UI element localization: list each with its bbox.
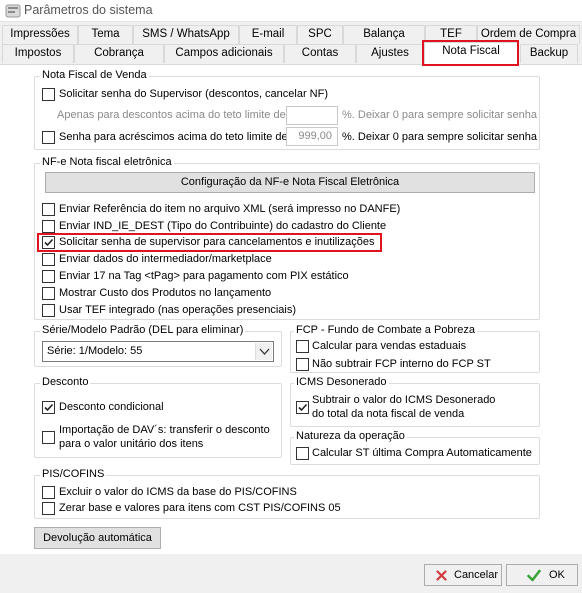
group-title-pis-cofins: PIS/COFINS: [40, 468, 107, 480]
input-teto-descontos[interactable]: [286, 106, 338, 125]
tab-impressoes[interactable]: Impressões: [2, 25, 78, 44]
checkbox-desconto-condicional[interactable]: [42, 401, 55, 414]
checkbox-fcp-option-2[interactable]: [296, 358, 309, 371]
checkbox-excluir-icms[interactable]: [42, 486, 55, 499]
checkbox-nfe-option-5[interactable]: [42, 270, 55, 283]
checkbox-calcular-st[interactable]: [296, 447, 309, 460]
label-calcular-st: Calcular ST última Compra Automaticament…: [312, 447, 532, 459]
config-nfe-button[interactable]: Configuração da NF-e Nota Fiscal Eletrôn…: [45, 172, 535, 193]
tab-balanca[interactable]: Balança: [343, 25, 425, 44]
title-bar: Parâmetros do sistema: [0, 0, 582, 22]
serie-modelo-select[interactable]: Série: 1/Modelo: 55: [42, 341, 274, 362]
label-pct-descontos: %. Deixar 0 para sempre solicitar senha: [342, 109, 538, 121]
tab-email[interactable]: E-mail: [239, 25, 297, 44]
label-nfe-option-6: Mostrar Custo dos Produtos no lançamento: [59, 287, 272, 299]
label-nfe-option-5: Enviar 17 na Tag <tPag> para pagamento c…: [59, 270, 349, 282]
label-importacao-dav-2: para o valor unitário dos itens: [59, 438, 204, 450]
checkbox-importacao-dav[interactable]: [42, 431, 55, 444]
tab-spc[interactable]: SPC: [297, 25, 343, 44]
window-title: Parâmetros do sistema: [24, 3, 153, 17]
cancel-button-label: Cancelar: [454, 569, 499, 581]
group-title-desconto: Desconto: [40, 376, 91, 388]
checkmark-icon: [298, 403, 308, 412]
checkmark-icon: [44, 403, 54, 412]
label-apenas-descontos: Apenas para descontos acima do teto limi…: [57, 109, 289, 121]
label-fcp-option-2: Não subtrair FCP interno do FCP ST: [312, 358, 491, 370]
checkbox-fcp-option-1[interactable]: [296, 340, 309, 353]
group-title-natureza-operacao: Natureza da operação: [294, 430, 407, 442]
tab-cobranca[interactable]: Cobrança: [74, 44, 164, 63]
group-title-nfe: NF-e Nota fiscal eletrônica: [40, 156, 174, 168]
ok-button[interactable]: OK: [506, 564, 578, 586]
checkbox-zerar-base[interactable]: [42, 502, 55, 515]
label-icms-desonerado-2: do total da nota fiscal de venda: [312, 408, 465, 420]
devolucao-automatica-button[interactable]: Devolução automática: [34, 527, 161, 549]
label-pct-acrescimos: %. Deixar 0 para sempre solicitar senha: [342, 131, 538, 143]
checkbox-senha-supervisor[interactable]: [42, 88, 55, 101]
group-title-nota-fiscal-venda: Nota Fiscal de Venda: [40, 69, 149, 81]
label-senha-supervisor: Solicitar senha do Supervisor (descontos…: [59, 88, 329, 100]
tab-backup[interactable]: Backup: [520, 44, 578, 63]
checkbox-nfe-option-7[interactable]: [42, 304, 55, 317]
tab-campos-adicionais[interactable]: Campos adicionais: [164, 44, 284, 63]
label-desconto-condicional: Desconto condicional: [59, 401, 164, 413]
tab-impostos[interactable]: Impostos: [2, 44, 74, 63]
label-nfe-option-4: Enviar dados do intermediador/marketplac…: [59, 253, 272, 265]
input-teto-acrescimos[interactable]: 999,00: [286, 127, 338, 146]
option-highlight: [37, 233, 382, 252]
label-nfe-option-1: Enviar Referência do item no arquivo XML…: [59, 203, 401, 215]
group-title-serie-modelo: Série/Modelo Padrão (DEL para eliminar): [40, 324, 246, 336]
ok-button-label: OK: [549, 569, 565, 581]
tab-highlight: [422, 40, 519, 66]
label-excluir-icms: Excluir o valor do ICMS da base do PIS/C…: [59, 486, 297, 498]
checkbox-nfe-option-4[interactable]: [42, 253, 55, 266]
label-senha-acrescimos: Senha para acréscimos acima do teto limi…: [59, 131, 291, 143]
close-icon: [436, 570, 447, 581]
label-nfe-option-2: Enviar IND_IE_DEST (Tipo do Contribuinte…: [59, 220, 387, 232]
label-importacao-dav-1: Importação de DAV´s: transferir o descon…: [59, 424, 270, 436]
check-icon: [527, 569, 541, 582]
chevron-down-icon[interactable]: [255, 343, 272, 360]
label-zerar-base: Zerar base e valores para itens com CST …: [59, 502, 341, 514]
cancel-button[interactable]: Cancelar: [424, 564, 502, 586]
group-title-icms-desonerado: ICMS Desonerado: [294, 376, 389, 388]
label-icms-desonerado-1: Subtrair o valor do ICMS Desonerado: [312, 394, 496, 406]
checkbox-icms-desonerado[interactable]: [296, 401, 309, 414]
checkbox-senha-acrescimos[interactable]: [42, 131, 55, 144]
tab-contas[interactable]: Contas: [284, 44, 356, 63]
serie-modelo-value: Série: 1/Modelo: 55: [47, 345, 143, 357]
checkbox-nfe-option-1[interactable]: [42, 203, 55, 216]
tab-ajustes[interactable]: Ajustes: [356, 44, 424, 63]
checkbox-nfe-option-6[interactable]: [42, 287, 55, 300]
checkbox-nfe-option-2[interactable]: [42, 220, 55, 233]
tab-tema[interactable]: Tema: [78, 25, 133, 44]
app-icon: [5, 4, 21, 18]
group-title-fcp: FCP - Fundo de Combate a Pobreza: [294, 324, 477, 336]
tab-sms-whatsapp[interactable]: SMS / WhatsApp: [133, 25, 239, 44]
label-nfe-option-7: Usar TEF integrado (nas operações presen…: [59, 304, 297, 316]
label-fcp-option-1: Calcular para vendas estaduais: [312, 340, 467, 352]
